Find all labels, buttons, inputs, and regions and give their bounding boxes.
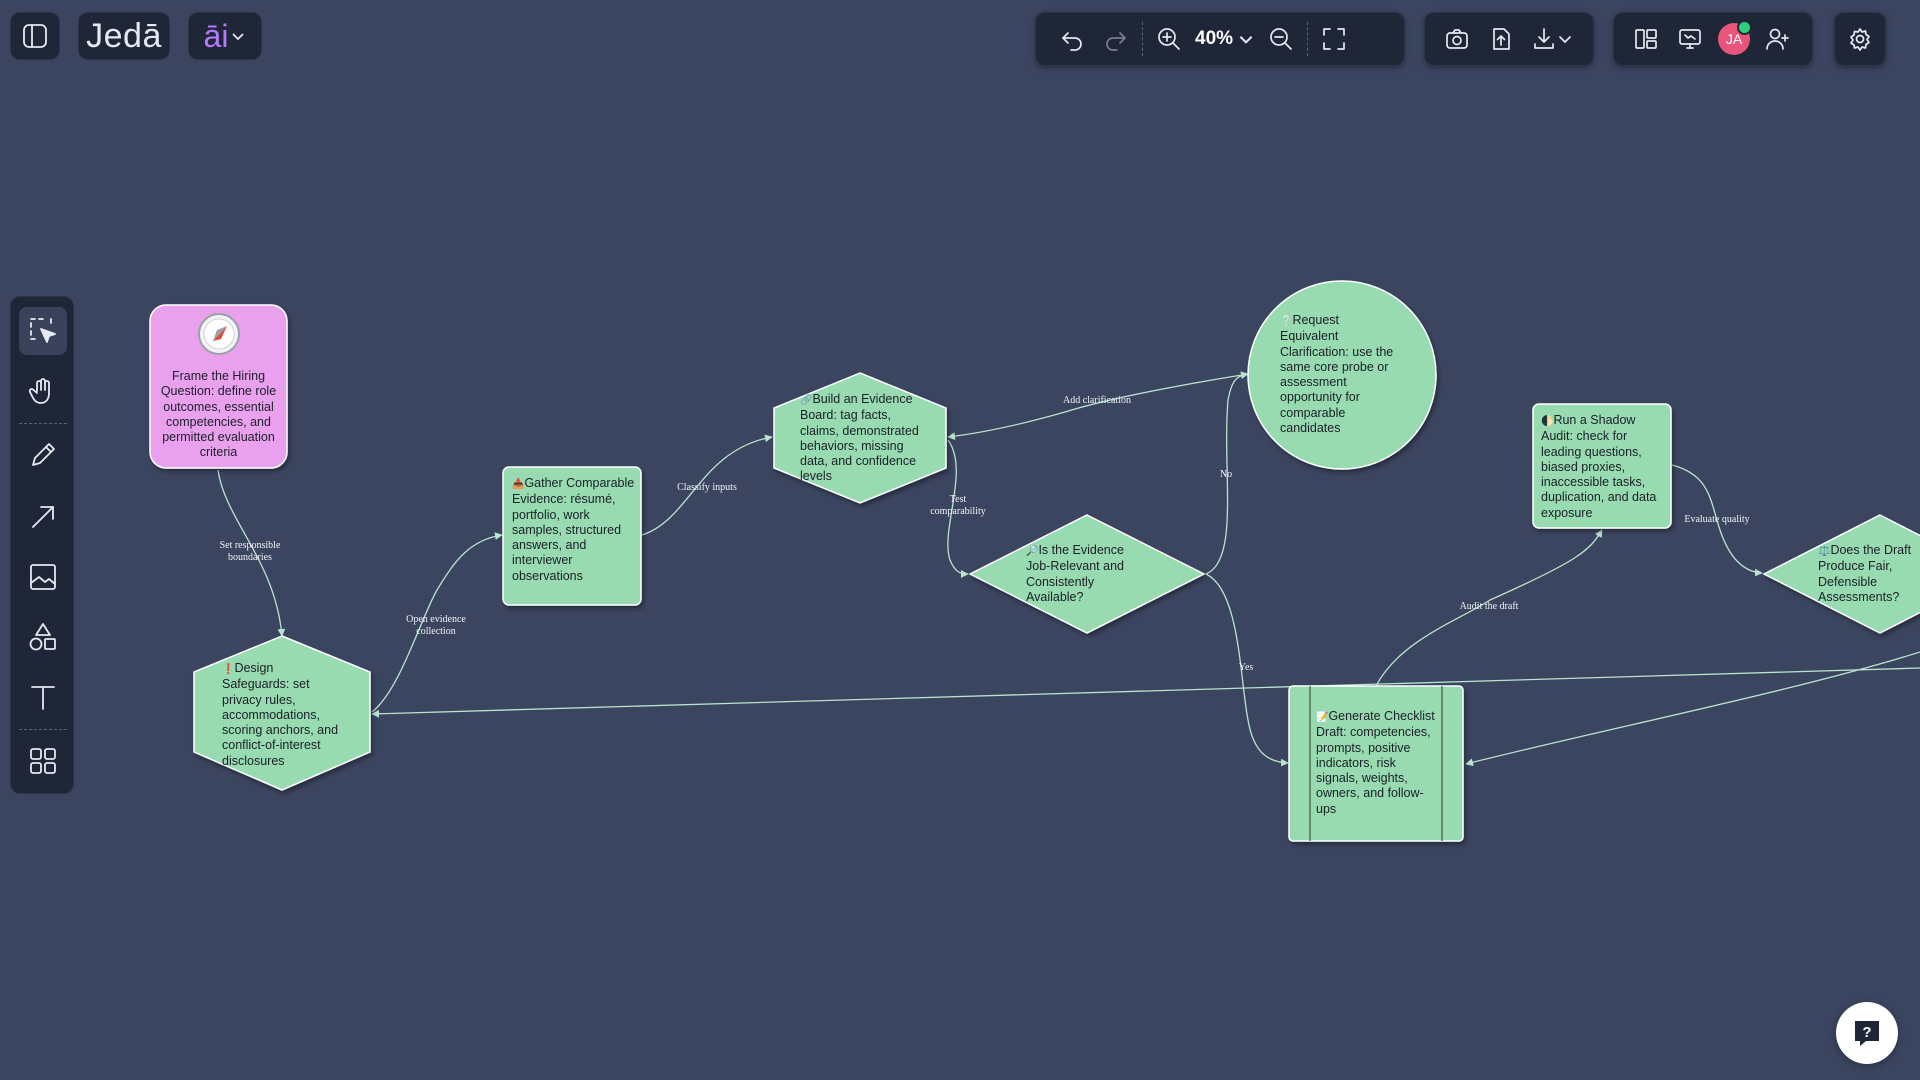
magnifier-icon: 🔎 <box>1026 546 1039 557</box>
edge-label-yes: Yes <box>1238 662 1254 673</box>
pen-icon <box>32 443 55 466</box>
arrow-tool-button[interactable] <box>19 493 67 541</box>
hand-icon <box>28 378 50 404</box>
tool-divider <box>19 729 67 730</box>
shapes-tool-button[interactable] <box>19 613 67 661</box>
download-button[interactable] <box>1523 17 1581 61</box>
export-toolbar <box>1424 12 1594 66</box>
edge-label-no: No <box>1219 469 1233 480</box>
fit-screen-button[interactable] <box>1312 17 1356 61</box>
link-icon: 🔗 <box>800 395 813 406</box>
logo-text: Jedā <box>86 16 162 55</box>
upload-icon <box>1493 28 1510 50</box>
settings-button[interactable] <box>1838 17 1882 61</box>
scales-icon: ⚖️ <box>1818 546 1831 557</box>
shapes-icon <box>29 623 56 651</box>
camera-icon <box>1446 29 1468 49</box>
upload-button[interactable] <box>1479 17 1523 61</box>
node-decision-text: 🔎Is the Evidence Job-Relevant and Consis… <box>1026 543 1124 604</box>
pen-tool-button[interactable] <box>19 431 67 479</box>
half-moon-icon: 🌓 <box>1541 416 1554 427</box>
node-frame-text: Frame the Hiring Question: define role o… <box>160 369 277 460</box>
hand-tool-button[interactable] <box>19 367 67 415</box>
download-icon <box>1534 28 1554 49</box>
edge-label-set-boundaries: Set responsible boundaries <box>219 540 281 563</box>
zoom-level-dropdown[interactable]: 40% <box>1191 17 1259 61</box>
zoom-in-icon <box>1158 28 1180 50</box>
add-user-icon <box>1766 28 1789 50</box>
undo-button[interactable] <box>1050 17 1094 61</box>
edge-label-audit-draft: Audit the draft <box>1459 601 1519 612</box>
chevron-down-icon <box>1239 36 1253 44</box>
node-safeguards-text: ❗Design Safeguards: set privacy rules, a… <box>222 661 339 768</box>
sidebar-toggle-button[interactable] <box>10 12 60 60</box>
undo-icon <box>1062 32 1082 51</box>
sidebar-toggle-icon <box>23 24 47 48</box>
fit-screen-icon <box>1323 28 1345 50</box>
zoom-out-button[interactable] <box>1259 17 1303 61</box>
present-icon <box>1679 29 1701 49</box>
history-zoom-toolbar: 40% <box>1035 12 1405 66</box>
layout-button[interactable] <box>1624 17 1668 61</box>
edge-label-classify: Classify inputs <box>677 482 737 493</box>
edge-label-test-comparability: Test comparability <box>930 494 986 517</box>
help-chat-icon: ? <box>1855 1021 1879 1046</box>
edge-label-add-clarification: Add clarification <box>1062 395 1132 406</box>
text-icon <box>31 686 55 710</box>
online-status-dot <box>1737 20 1752 35</box>
zoom-level-label: 40% <box>1195 28 1234 49</box>
redo-button[interactable] <box>1094 17 1138 61</box>
redo-icon <box>1106 32 1126 51</box>
question-icon: ❔ <box>1280 316 1293 327</box>
invite-user-button[interactable] <box>1756 17 1800 61</box>
layout-icon <box>1635 29 1657 49</box>
toolbar-divider <box>1307 22 1309 56</box>
zoom-in-button[interactable] <box>1147 17 1191 61</box>
ai-menu-button[interactable]: āi <box>188 12 262 60</box>
node-board-text: 🔗Build an Evidence Board: tag facts, cla… <box>800 392 919 484</box>
inbox-icon: 📥 <box>512 479 525 490</box>
chevron-down-icon <box>232 33 245 41</box>
collaboration-toolbar: JA <box>1613 12 1813 66</box>
templates-tool-button[interactable] <box>19 737 67 785</box>
edge-label-open-evidence: Open evidence collection <box>406 614 466 637</box>
compass-icon <box>198 313 240 355</box>
memo-icon: 📝 <box>1316 712 1329 723</box>
help-button[interactable]: ? <box>1836 1002 1898 1064</box>
node-gather-text: 📥Gather Comparable Evidence: résumé, por… <box>512 476 635 583</box>
text-tool-button[interactable] <box>19 673 67 721</box>
grid-icon <box>30 748 56 774</box>
select-icon <box>30 318 56 343</box>
app-logo[interactable]: Jedā <box>78 12 170 60</box>
edge-offscreen-to-checklist[interactable] <box>1465 651 1920 767</box>
node-clarify-text: ❔Request Equivalent Clarification: use t… <box>1280 313 1394 436</box>
node-audit-text: 🌓Run a Shadow Audit: check for leading q… <box>1541 413 1657 520</box>
select-tool-button[interactable] <box>19 307 67 355</box>
settings-toolbar <box>1834 12 1886 66</box>
svg-text:?: ? <box>1862 1024 1871 1041</box>
edge-offscreen-to-safeguards[interactable] <box>371 667 1920 718</box>
ai-text: āi <box>203 17 229 54</box>
exclamation-icon: ❗ <box>222 664 235 675</box>
tool-rail <box>10 296 74 794</box>
zoom-out-icon <box>1270 28 1292 50</box>
toolbar-divider <box>1142 22 1143 56</box>
image-tool-button[interactable] <box>19 553 67 601</box>
chevron-down-icon <box>1559 36 1571 43</box>
tool-divider <box>19 423 67 424</box>
node-checklist-text: 📝Generate Checklist Draft: competencies,… <box>1316 709 1435 816</box>
present-button[interactable] <box>1668 17 1712 61</box>
edge-label-evaluate-quality: Evaluate quality <box>1684 514 1750 525</box>
user-avatar[interactable]: JA <box>1718 20 1752 55</box>
node-fair-text: ⚖️Does the Draft Produce Fair, Defensibl… <box>1818 543 1912 604</box>
screenshot-button[interactable] <box>1435 17 1479 61</box>
image-icon <box>30 564 56 590</box>
settings-icon <box>1850 28 1870 51</box>
arrow-icon <box>32 506 54 528</box>
